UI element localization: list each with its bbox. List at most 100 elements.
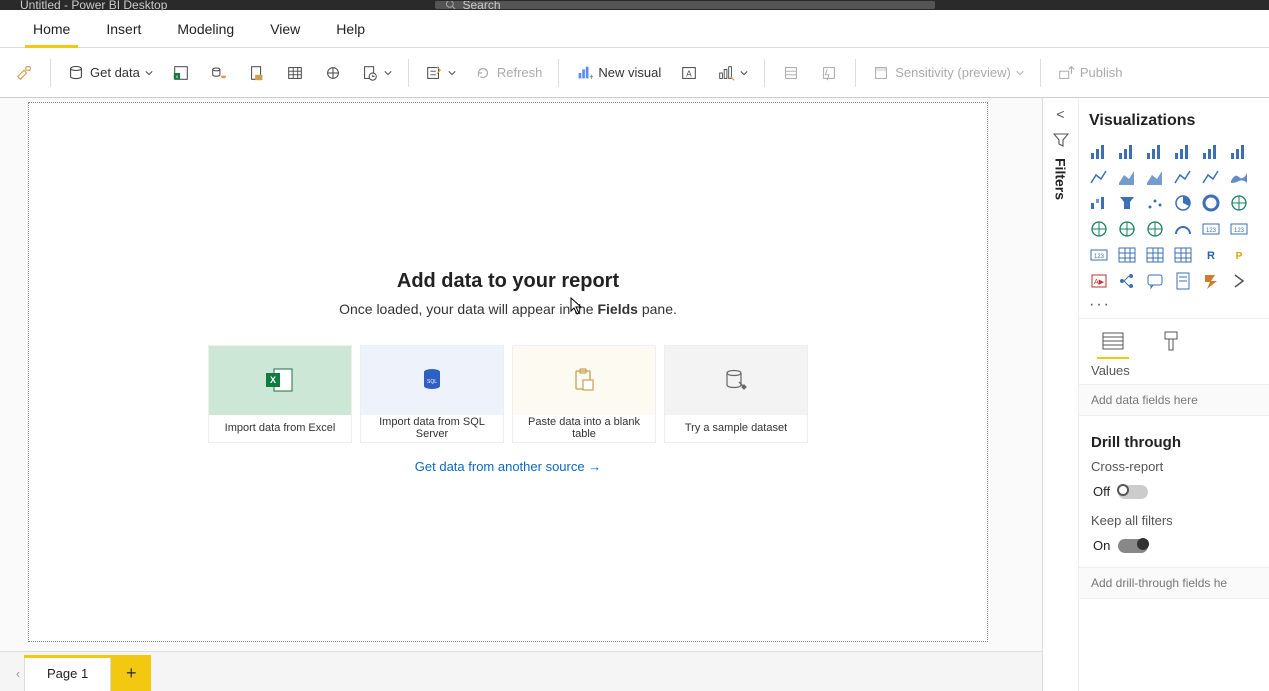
drill-through-dropzone[interactable]: Add drill-through fields he (1079, 567, 1269, 599)
viz-slicer[interactable] (1115, 244, 1139, 266)
cross-report-toggle[interactable] (1118, 485, 1148, 499)
sql-source-button[interactable] (241, 55, 273, 91)
format-mode-button[interactable] (1157, 329, 1185, 353)
scatter-icon (1145, 193, 1165, 213)
pagetab-page1[interactable]: Page 1 (24, 655, 111, 691)
dataverse-icon (324, 64, 342, 82)
viz-gauge[interactable] (1171, 218, 1195, 240)
viz-donut[interactable] (1199, 192, 1223, 214)
card-import-excel[interactable]: X Import data from Excel (208, 345, 352, 443)
viz-waterfall[interactable] (1087, 192, 1111, 214)
recent-sources-button[interactable] (355, 55, 398, 91)
viz-treemap[interactable] (1227, 192, 1251, 214)
report-canvas[interactable]: Add data to your report Once loaded, you… (28, 102, 988, 642)
viz-multi-card[interactable]: 123 (1227, 218, 1251, 240)
format-icon (1162, 331, 1180, 351)
card-import-sql[interactable]: SQL Import data from SQL Server (360, 345, 504, 443)
viz-stacked-column-100[interactable] (1227, 140, 1251, 162)
viz-power-automate[interactable] (1199, 270, 1223, 292)
values-dropzone[interactable]: Add data fields here (1079, 384, 1269, 416)
map-icon (1089, 219, 1109, 239)
stacked-area-icon (1145, 167, 1165, 187)
viz-stacked-area[interactable] (1143, 166, 1167, 188)
viz-scatter[interactable] (1143, 192, 1167, 214)
viz-line[interactable] (1087, 166, 1111, 188)
tab-insert[interactable]: Insert (88, 10, 159, 48)
pagetab-nav-left[interactable]: ‹ (12, 655, 24, 691)
card-sample-dataset[interactable]: Try a sample dataset (664, 345, 808, 443)
area-icon (1117, 167, 1137, 187)
viz-more[interactable] (1227, 270, 1251, 292)
more-icon (1229, 271, 1249, 291)
more-visuals-ellipsis[interactable]: ··· (1079, 298, 1269, 318)
kpi-icon: 123 (1089, 245, 1109, 265)
ribbon-tabs: Home Insert Modeling View Help (0, 10, 1269, 48)
new-visual-button[interactable]: + New visual (569, 55, 667, 91)
viz-funnel[interactable] (1115, 192, 1139, 214)
sensitivity-button[interactable]: Sensitivity (preview) (866, 55, 1030, 91)
stacked-bar-icon (1089, 141, 1109, 161)
viz-ribbon[interactable] (1227, 166, 1251, 188)
chevron-down-icon (448, 69, 456, 77)
viz-qna[interactable] (1143, 270, 1167, 292)
tab-help[interactable]: Help (318, 10, 383, 48)
sensitivity-label: Sensitivity (preview) (895, 65, 1011, 80)
data-source-cards: X Import data from Excel SQL Import data… (208, 345, 808, 443)
more-visuals-button[interactable] (711, 55, 754, 91)
viz-kpi[interactable]: 123 (1087, 244, 1111, 266)
viz-filled-map[interactable] (1115, 218, 1139, 240)
viz-stacked-bar-100[interactable] (1199, 140, 1223, 162)
filters-label: Filters (1053, 158, 1069, 200)
new-measure-button[interactable] (775, 55, 807, 91)
viz-line-stacked[interactable] (1199, 166, 1223, 188)
viz-pie[interactable] (1171, 192, 1195, 214)
main-area: Add data to your report Once loaded, you… (0, 98, 1269, 691)
keep-filters-toggle[interactable] (1118, 539, 1148, 553)
viz-matrix[interactable] (1171, 244, 1195, 266)
excel-source-button[interactable]: x (165, 55, 197, 91)
card-paste-data[interactable]: Paste data into a blank table (512, 345, 656, 443)
svg-text:123: 123 (1234, 228, 1245, 234)
viz-paginated[interactable] (1171, 270, 1195, 292)
filters-pane-collapsed[interactable]: < Filters (1043, 98, 1079, 691)
clipboard-icon (573, 368, 595, 392)
viz-clustered-column[interactable] (1171, 140, 1195, 162)
refresh-button[interactable]: Refresh (468, 55, 549, 91)
chevron-left-icon[interactable]: < (1056, 106, 1064, 122)
global-search[interactable]: Search (435, 1, 935, 9)
viz-area[interactable] (1115, 166, 1139, 188)
format-painter-button[interactable] (8, 55, 40, 91)
viz-py-visual[interactable]: P (1227, 244, 1251, 266)
enter-data-button[interactable] (279, 55, 311, 91)
transform-data-button[interactable] (419, 55, 462, 91)
tab-home[interactable]: Home (15, 10, 88, 48)
quick-measure-button[interactable] (813, 55, 845, 91)
viz-decomp-tree[interactable] (1115, 270, 1139, 292)
add-page-button[interactable]: + (111, 655, 151, 691)
get-data-label: Get data (90, 65, 140, 80)
datahub-button[interactable] (203, 55, 235, 91)
tab-modeling[interactable]: Modeling (159, 10, 252, 48)
get-data-button[interactable]: Get data (61, 55, 159, 91)
publish-button[interactable]: Publish (1051, 55, 1129, 91)
separator (408, 59, 409, 87)
tab-view[interactable]: View (252, 10, 318, 48)
fields-mode-button[interactable] (1099, 329, 1127, 353)
text-box-button[interactable]: A (673, 55, 705, 91)
viz-stacked-bar[interactable] (1087, 140, 1111, 162)
dataverse-button[interactable] (317, 55, 349, 91)
viz-table[interactable] (1143, 244, 1167, 266)
viz-card[interactable]: 123 (1199, 218, 1223, 240)
viz-stacked-column[interactable] (1143, 140, 1167, 162)
excel-icon: x (172, 64, 190, 82)
viz-key-influencers[interactable]: A▶ (1087, 270, 1111, 292)
measure-icon (782, 64, 800, 82)
viz-shape-map[interactable] (1143, 218, 1167, 240)
get-data-another-source-link[interactable]: Get data from another source → (415, 459, 601, 474)
viz-line-clustered[interactable] (1171, 166, 1195, 188)
svg-text:123: 123 (1206, 228, 1217, 234)
search-placeholder: Search (463, 1, 501, 9)
viz-r-visual[interactable]: R (1199, 244, 1223, 266)
viz-map[interactable] (1087, 218, 1111, 240)
viz-clustered-bar[interactable] (1115, 140, 1139, 162)
